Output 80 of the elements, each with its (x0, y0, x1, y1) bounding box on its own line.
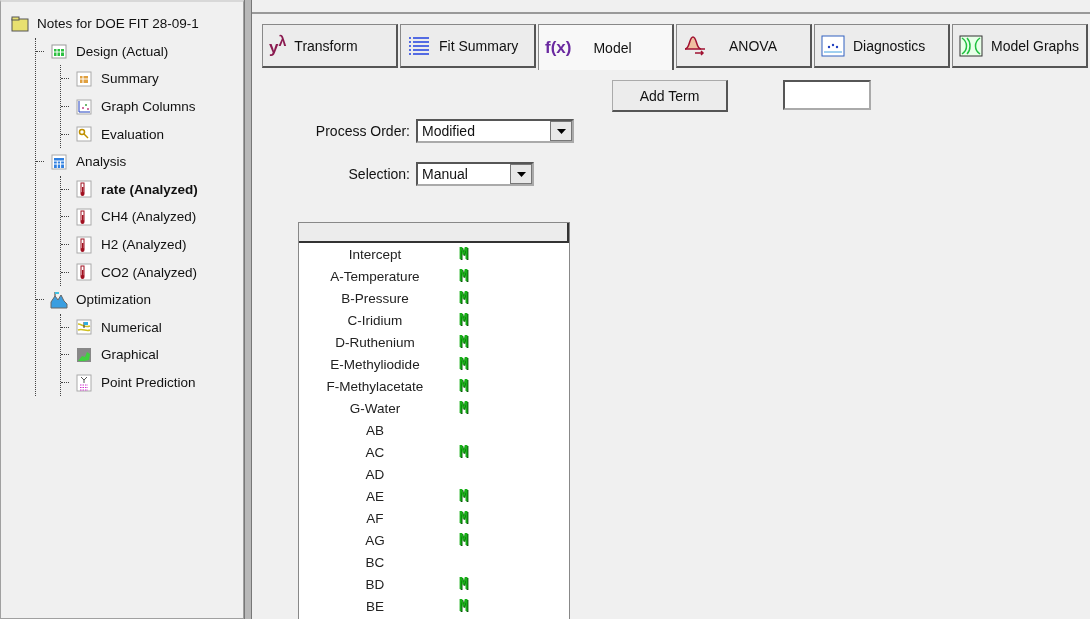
distribution-icon (683, 34, 707, 57)
calculator-icon (50, 152, 68, 171)
thermometer-icon (75, 180, 93, 199)
tab-icon: f(x) (545, 37, 572, 58)
tree-item[interactable]: Point Prediction (99, 375, 198, 390)
tab[interactable]: Fit Summary (400, 24, 536, 68)
caret-icon (556, 128, 566, 134)
prediction-icon (75, 373, 93, 392)
term-name: AF (365, 510, 385, 526)
term-name: BC (364, 554, 386, 570)
tab-icon: y$^{λ}$ (269, 33, 287, 58)
table-icon (75, 70, 93, 88)
dropdown[interactable]: Manual (416, 162, 534, 186)
model-mark-label: M (459, 400, 469, 416)
model-mark-label: M (459, 488, 469, 504)
model-mark-label: M (459, 378, 469, 394)
scatter-plot-icon (821, 34, 845, 57)
term-name: Intercept (347, 246, 403, 262)
model-mark-label: M (459, 268, 469, 284)
map-icon (75, 345, 93, 364)
column-header[interactable] (299, 223, 569, 243)
term-name: E-Methyliodide (329, 356, 421, 372)
mountain-icon (50, 290, 68, 309)
term-name: BD (364, 576, 386, 592)
caret-icon (516, 171, 526, 177)
tree-item[interactable]: Evaluation (99, 126, 167, 142)
tab[interactable]: Model Graphs (952, 24, 1088, 68)
table-icon (50, 42, 68, 61)
thermometer-icon (75, 235, 93, 254)
tree-item[interactable]: rate (Analyzed) (99, 181, 200, 197)
tree-item[interactable]: CH4 (Analyzed) (99, 209, 199, 225)
tab[interactable]: ANOVA (676, 24, 812, 68)
term-name: AC (364, 444, 386, 460)
model-mark-label: M (459, 356, 469, 372)
tree-item[interactable]: H2 (Analyzed) (99, 237, 189, 253)
term-name: BE (365, 598, 385, 614)
tab[interactable]: y$^{λ}$ Transform (262, 24, 398, 68)
thermometer-icon (75, 263, 93, 282)
contour-plot-icon (959, 34, 983, 57)
folder-icon (11, 14, 29, 33)
tree-item[interactable]: Design (Actual) (74, 43, 171, 59)
tree-item[interactable]: Graphical (99, 347, 161, 363)
field-label: Process Order: (315, 123, 410, 139)
model-mark-label: M (459, 246, 469, 262)
model-mark-label: M (459, 444, 469, 460)
model-mark-label: M (459, 532, 469, 548)
model-mark-label: M (459, 510, 469, 526)
tree-item[interactable]: CO2 (Analyzed) (99, 264, 200, 280)
tab[interactable]: Diagnostics (814, 24, 950, 68)
term-name: AD (364, 466, 386, 482)
tree-item[interactable]: Analysis (74, 154, 129, 170)
thermometer-icon (75, 207, 93, 226)
term-name: G-Water (348, 400, 402, 416)
term-name: B-Pressure (340, 290, 410, 306)
tree-item[interactable]: Graph Columns (99, 99, 198, 115)
magnifier-icon (75, 125, 93, 144)
model-mark-label: M (459, 290, 469, 306)
add-term-button[interactable]: Add Term (612, 80, 728, 112)
tab[interactable]: f(x) Model (538, 24, 674, 70)
term-name: A-Temperature (329, 268, 421, 284)
term-name: F-Methylacetate (325, 378, 425, 394)
field-label: Selection: (348, 166, 410, 182)
scatter-plot-icon (75, 97, 93, 116)
term-name: C-Iridium (346, 312, 404, 328)
model-mark-label: M (459, 312, 469, 328)
map-icon (75, 318, 93, 337)
tree-item[interactable]: Notes for DOE FIT 28-09-1 (35, 16, 201, 32)
tree-item[interactable]: Optimization (74, 292, 154, 308)
tree-item[interactable]: Summary (99, 71, 161, 87)
model-mark-label: M (459, 334, 469, 350)
term-name: AG (364, 532, 386, 548)
term-name: AE (365, 488, 385, 504)
tree-item[interactable]: Numerical (99, 319, 164, 335)
model-mark-label: M (459, 598, 469, 614)
dropdown[interactable]: Modified (416, 119, 574, 143)
term-name: AB (365, 422, 385, 438)
model-mark-label: M (459, 576, 469, 592)
list-icon (407, 34, 431, 57)
input-field[interactable] (783, 80, 871, 110)
term-name: D-Ruthenium (334, 334, 416, 350)
